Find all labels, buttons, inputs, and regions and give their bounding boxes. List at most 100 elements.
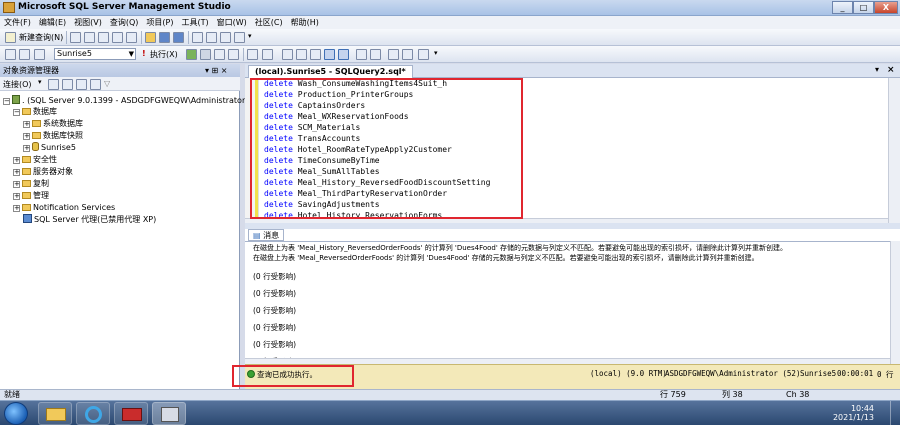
save-all-icon[interactable] (173, 32, 184, 43)
tree-node-replication[interactable]: + 复制 (13, 178, 49, 189)
start-button[interactable] (4, 402, 28, 425)
expand-icon[interactable]: + (13, 157, 20, 164)
menu-item[interactable]: 项目(P) (142, 16, 177, 29)
mdx-query-icon[interactable] (112, 32, 123, 43)
expand-icon[interactable]: + (23, 133, 30, 140)
menu-item[interactable]: 查询(Q) (106, 16, 143, 29)
properties-icon[interactable] (234, 32, 245, 43)
message-row-count: (0 行受影响) (253, 340, 297, 349)
results-to-file-icon[interactable] (338, 49, 349, 60)
xmla-query-icon[interactable] (126, 32, 137, 43)
uncomment-icon[interactable] (370, 49, 381, 60)
menu-item[interactable]: 工具(T) (177, 16, 212, 29)
show-desktop-button[interactable] (890, 401, 900, 425)
disconnect-icon[interactable] (19, 49, 30, 60)
new-query-button[interactable]: 新建查询(N) (19, 32, 63, 43)
expand-icon[interactable]: + (13, 193, 20, 200)
database-select[interactable]: Sunrise5 ▼ (54, 48, 136, 60)
minimize-button[interactable]: _ (832, 1, 853, 14)
system-clock[interactable]: 10:44 2021/1/13 (833, 404, 874, 422)
menu-item[interactable]: 窗口(W) (213, 16, 251, 29)
explorer-taskbar-icon[interactable] (38, 402, 72, 425)
change-connection-icon[interactable] (34, 49, 45, 60)
expand-icon[interactable]: + (23, 145, 30, 152)
tree-node-label: Sunrise5 (41, 143, 76, 152)
new-query-icon[interactable] (5, 32, 16, 43)
menu-item[interactable]: 视图(V) (70, 16, 106, 29)
object-explorer-icon[interactable] (206, 32, 217, 43)
expand-icon[interactable]: + (13, 205, 20, 212)
include-plan-icon[interactable] (282, 49, 293, 60)
tab-messages-label: 消息 (263, 231, 280, 240)
messages-pane[interactable]: 在磁盘上为表 'Meal_History_ReversedOrderFoods'… (245, 241, 890, 364)
execute-icon[interactable]: ! (142, 49, 146, 58)
open-file-icon[interactable] (145, 32, 156, 43)
tree-node-notification-services[interactable]: + Notification Services (13, 202, 115, 213)
expand-icon[interactable]: + (13, 169, 20, 176)
tree-node-sql-agent[interactable]: SQL Server 代理(已禁用代理 XP) (23, 214, 156, 225)
pane-splitter[interactable] (245, 223, 900, 229)
comment-icon[interactable] (356, 49, 367, 60)
ssms-taskbar-icon[interactable] (152, 402, 186, 425)
toolbox-taskbar-icon[interactable] (114, 402, 148, 425)
filter-icon[interactable]: ▽ (104, 79, 115, 90)
collapse-icon[interactable]: − (13, 109, 20, 116)
tab-messages[interactable]: ▤ 消息 (248, 229, 285, 241)
tree-node-sunrise5[interactable]: + Sunrise5 (23, 142, 76, 153)
execute-button[interactable]: 执行(X) (150, 49, 178, 60)
results-to-grid-icon[interactable] (324, 49, 335, 60)
menu-item[interactable]: 社区(C) (251, 16, 287, 29)
toolbar-overflow-icon[interactable]: ▾ (434, 49, 441, 60)
tree-node-management[interactable]: + 管理 (13, 190, 49, 201)
editor-vertical-scrollbar[interactable] (888, 78, 900, 223)
registered-servers-icon[interactable] (192, 32, 203, 43)
display-plan-icon[interactable] (214, 49, 225, 60)
results-to-text-icon[interactable] (310, 49, 321, 60)
close-tab-icon[interactable]: × (887, 65, 895, 75)
query-designer-icon[interactable] (228, 49, 239, 60)
messages-vertical-scrollbar[interactable] (890, 241, 900, 364)
close-button[interactable]: X (874, 1, 898, 14)
expand-icon[interactable]: + (13, 181, 20, 188)
query-options-icon[interactable] (247, 49, 258, 60)
tree-node-system-databases[interactable]: + 系统数据库 (23, 118, 83, 129)
standard-toolbar: 新建查询(N) ▾ (0, 29, 900, 46)
tree-node-databases[interactable]: − 数据库 (13, 106, 57, 117)
menu-item[interactable]: 编辑(E) (35, 16, 70, 29)
new-file-icon[interactable] (70, 32, 81, 43)
chevron-down-icon[interactable]: ▾ (38, 78, 42, 86)
disconnect-icon[interactable] (62, 79, 73, 90)
folder-icon (22, 168, 31, 175)
specify-values-icon[interactable] (418, 49, 429, 60)
increase-indent-icon[interactable] (402, 49, 413, 60)
menu-item[interactable]: 帮助(H) (287, 16, 323, 29)
tree-node-database-snapshots[interactable]: + 数据库快照 (23, 130, 83, 141)
template-explorer-icon[interactable] (220, 32, 231, 43)
decrease-indent-icon[interactable] (388, 49, 399, 60)
parse-icon[interactable] (186, 49, 197, 60)
maximize-button[interactable]: □ (853, 1, 874, 14)
database-engine-query-icon[interactable] (84, 32, 95, 43)
toolbar-overflow-icon[interactable]: ▾ (248, 32, 255, 43)
connect-object-explorer-icon[interactable] (48, 79, 59, 90)
panel-pin-close-icons[interactable]: ▾ ⊞ × (205, 64, 228, 77)
tree-node-security[interactable]: + 安全性 (13, 154, 57, 165)
tab-sqlquery2[interactable]: (local).Sunrise5 - SQLQuery2.sql* (248, 65, 413, 78)
save-icon[interactable] (159, 32, 170, 43)
intellisense-icon[interactable] (262, 49, 273, 60)
tab-list-icon[interactable]: ▾ (875, 65, 879, 74)
ie-taskbar-icon[interactable] (76, 402, 110, 425)
connect-icon[interactable] (5, 49, 16, 60)
menu-item[interactable]: 文件(F) (0, 16, 35, 29)
stop-icon[interactable] (76, 79, 87, 90)
refresh-icon[interactable] (90, 79, 101, 90)
folder-icon (22, 180, 31, 187)
expand-icon[interactable]: + (23, 121, 30, 128)
tree-node-server-objects[interactable]: + 服务器对象 (13, 166, 73, 177)
connect-dropdown[interactable]: 连接(O) (3, 79, 32, 90)
tree-server-node[interactable]: − . (SQL Server 9.0.1399 - ASDGDFGWEQW\Ad… (3, 95, 248, 106)
analysis-query-icon[interactable] (98, 32, 109, 43)
cancel-query-icon[interactable] (200, 49, 211, 60)
client-statistics-icon[interactable] (296, 49, 307, 60)
collapse-icon[interactable]: − (3, 98, 10, 105)
